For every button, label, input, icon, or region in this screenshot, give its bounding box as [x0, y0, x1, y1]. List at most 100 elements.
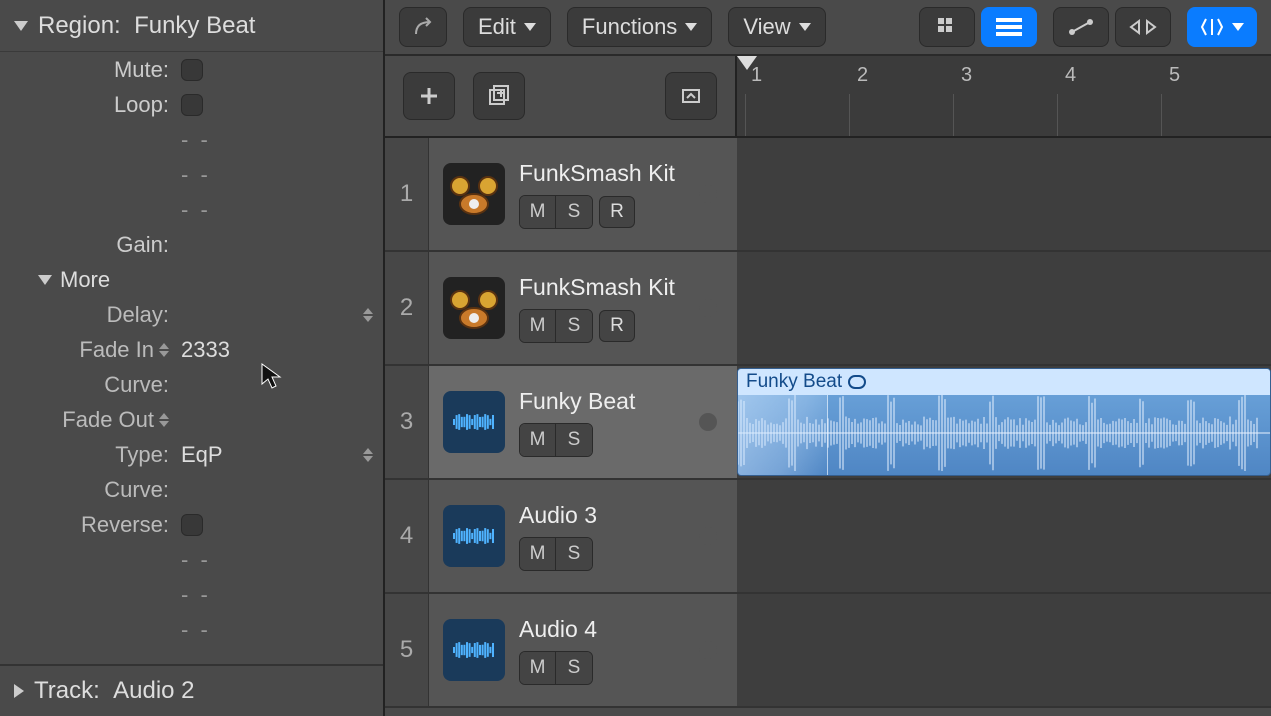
chevron-down-icon — [799, 23, 811, 31]
edit-menu[interactable]: Edit — [463, 7, 551, 47]
chevron-down-icon — [524, 23, 536, 31]
blank-row: - - — [175, 547, 383, 573]
automation-button[interactable] — [1053, 7, 1109, 47]
track-lane[interactable] — [737, 594, 1271, 706]
mute-checkbox[interactable] — [181, 59, 203, 81]
type-label: Type: — [0, 442, 175, 468]
mute-solo-buttons[interactable]: MS — [519, 423, 593, 457]
track-row[interactable]: 3 Funky Beat MS Funky Beat — [385, 366, 1271, 480]
loop-icon — [848, 375, 866, 389]
mute-button: M — [520, 196, 556, 228]
track-header[interactable]: Audio 4 MS — [429, 594, 737, 706]
blank-row: - - — [175, 582, 383, 608]
status-dot-icon — [699, 527, 717, 545]
solo-button: S — [556, 424, 592, 456]
solo-button: S — [556, 196, 592, 228]
audio-wave-icon[interactable] — [443, 619, 505, 681]
track-name: Funky Beat — [519, 388, 635, 415]
track-number[interactable]: 4 — [385, 480, 429, 592]
track-name: Audio 3 — [519, 502, 597, 529]
track-number[interactable]: 2 — [385, 252, 429, 364]
track-row[interactable]: 1 FunkSmash Kit MS R — [385, 138, 1271, 252]
view-menu[interactable]: View — [728, 7, 825, 47]
track-footer-prefix: Track: — [34, 677, 100, 705]
mute-solo-buttons[interactable]: MS — [519, 537, 593, 571]
audio-wave-icon[interactable] — [443, 391, 505, 453]
fadein-mode-stepper-icon[interactable] — [159, 343, 169, 357]
track-footer-name: Audio 2 — [113, 677, 194, 705]
mute-solo-buttons[interactable]: MS — [519, 195, 593, 229]
track-header-controls — [385, 56, 737, 136]
mute-label: Mute: — [0, 57, 175, 83]
mute-solo-buttons[interactable]: MS — [519, 309, 593, 343]
ruler-tick: 4 — [1065, 64, 1076, 87]
track-name: Audio 4 — [519, 616, 597, 643]
track-header[interactable]: Track: Audio 2 — [0, 664, 383, 716]
drum-kit-icon[interactable] — [443, 163, 505, 225]
add-track-button[interactable] — [403, 72, 455, 120]
catch-playhead-button[interactable] — [399, 7, 447, 47]
audio-wave-icon[interactable] — [443, 505, 505, 567]
track-row[interactable]: 5 Audio 4 MS — [385, 594, 1271, 708]
track-lane[interactable]: Funky Beat — [737, 366, 1271, 478]
track-header[interactable]: Funky Beat MS — [429, 366, 737, 478]
fade-in-overlay[interactable] — [738, 395, 828, 475]
mute-button: M — [520, 424, 556, 456]
status-dot-icon — [699, 185, 717, 203]
reverse-label: Reverse: — [0, 512, 175, 538]
loop-checkbox[interactable] — [181, 94, 203, 116]
list-view-button[interactable] — [981, 7, 1037, 47]
record-enable-button[interactable]: R — [599, 310, 635, 342]
grid-view-button[interactable] — [919, 7, 975, 47]
delay-label: Delay: — [0, 302, 175, 328]
gain-label: Gain: — [0, 232, 175, 258]
fadein-value-field[interactable]: 2333 — [175, 337, 383, 363]
type-value-field[interactable]: EqP — [175, 442, 383, 468]
region-header-prefix: Region: — [38, 12, 121, 40]
delay-stepper-icon[interactable] — [363, 308, 373, 322]
track-header[interactable]: FunkSmash Kit MS R — [429, 138, 737, 250]
track-lane[interactable] — [737, 252, 1271, 364]
track-lane[interactable] — [737, 138, 1271, 250]
track-lane[interactable] — [737, 480, 1271, 592]
type-stepper-icon[interactable] — [363, 448, 373, 462]
mute-button: M — [520, 538, 556, 570]
fadeout-mode-stepper-icon[interactable] — [159, 413, 169, 427]
more-header[interactable]: More — [0, 262, 383, 297]
functions-menu[interactable]: Functions — [567, 7, 712, 47]
audio-region[interactable]: Funky Beat — [737, 368, 1271, 476]
track-number[interactable]: 1 — [385, 138, 429, 250]
status-dot-icon — [699, 641, 717, 659]
solo-button: S — [556, 310, 592, 342]
disclosure-down-icon — [14, 21, 28, 31]
track-name: FunkSmash Kit — [519, 274, 675, 301]
region-header-name: Funky Beat — [134, 12, 255, 40]
track-number[interactable]: 3 — [385, 366, 429, 478]
toolbar: Edit Functions View — [385, 0, 1271, 56]
snap-menu-button[interactable] — [1187, 7, 1257, 47]
drum-kit-icon[interactable] — [443, 277, 505, 339]
mute-button: M — [520, 310, 556, 342]
track-row[interactable]: 4 Audio 3 MS — [385, 480, 1271, 594]
inspector-panel: Region: Funky Beat Mute: Loop: - - - - -… — [0, 0, 385, 716]
flex-button[interactable] — [1115, 7, 1171, 47]
disclosure-right-icon — [14, 684, 24, 698]
record-enable-button[interactable]: R — [599, 196, 635, 228]
track-number[interactable]: 5 — [385, 594, 429, 706]
fadein-label: Fade In — [79, 337, 154, 363]
mute-solo-buttons[interactable]: MS — [519, 651, 593, 685]
region-header[interactable]: Region: Funky Beat — [0, 0, 383, 52]
duplicate-track-button[interactable] — [473, 72, 525, 120]
track-header[interactable]: Audio 3 MS — [429, 480, 737, 592]
track-name: FunkSmash Kit — [519, 160, 675, 187]
main-area: Edit Functions View — [385, 0, 1271, 716]
region-title-bar: Funky Beat — [738, 369, 1270, 395]
reverse-checkbox[interactable] — [181, 514, 203, 536]
curve1-label: Curve: — [0, 372, 175, 398]
track-header[interactable]: FunkSmash Kit MS R — [429, 252, 737, 364]
global-tracks-button[interactable] — [665, 72, 717, 120]
timeline-ruler[interactable]: 1 2 3 4 5 — [737, 56, 1271, 136]
status-dot-icon — [699, 413, 717, 431]
track-row[interactable]: 2 FunkSmash Kit MS R — [385, 252, 1271, 366]
blank-row: - - — [175, 197, 383, 223]
